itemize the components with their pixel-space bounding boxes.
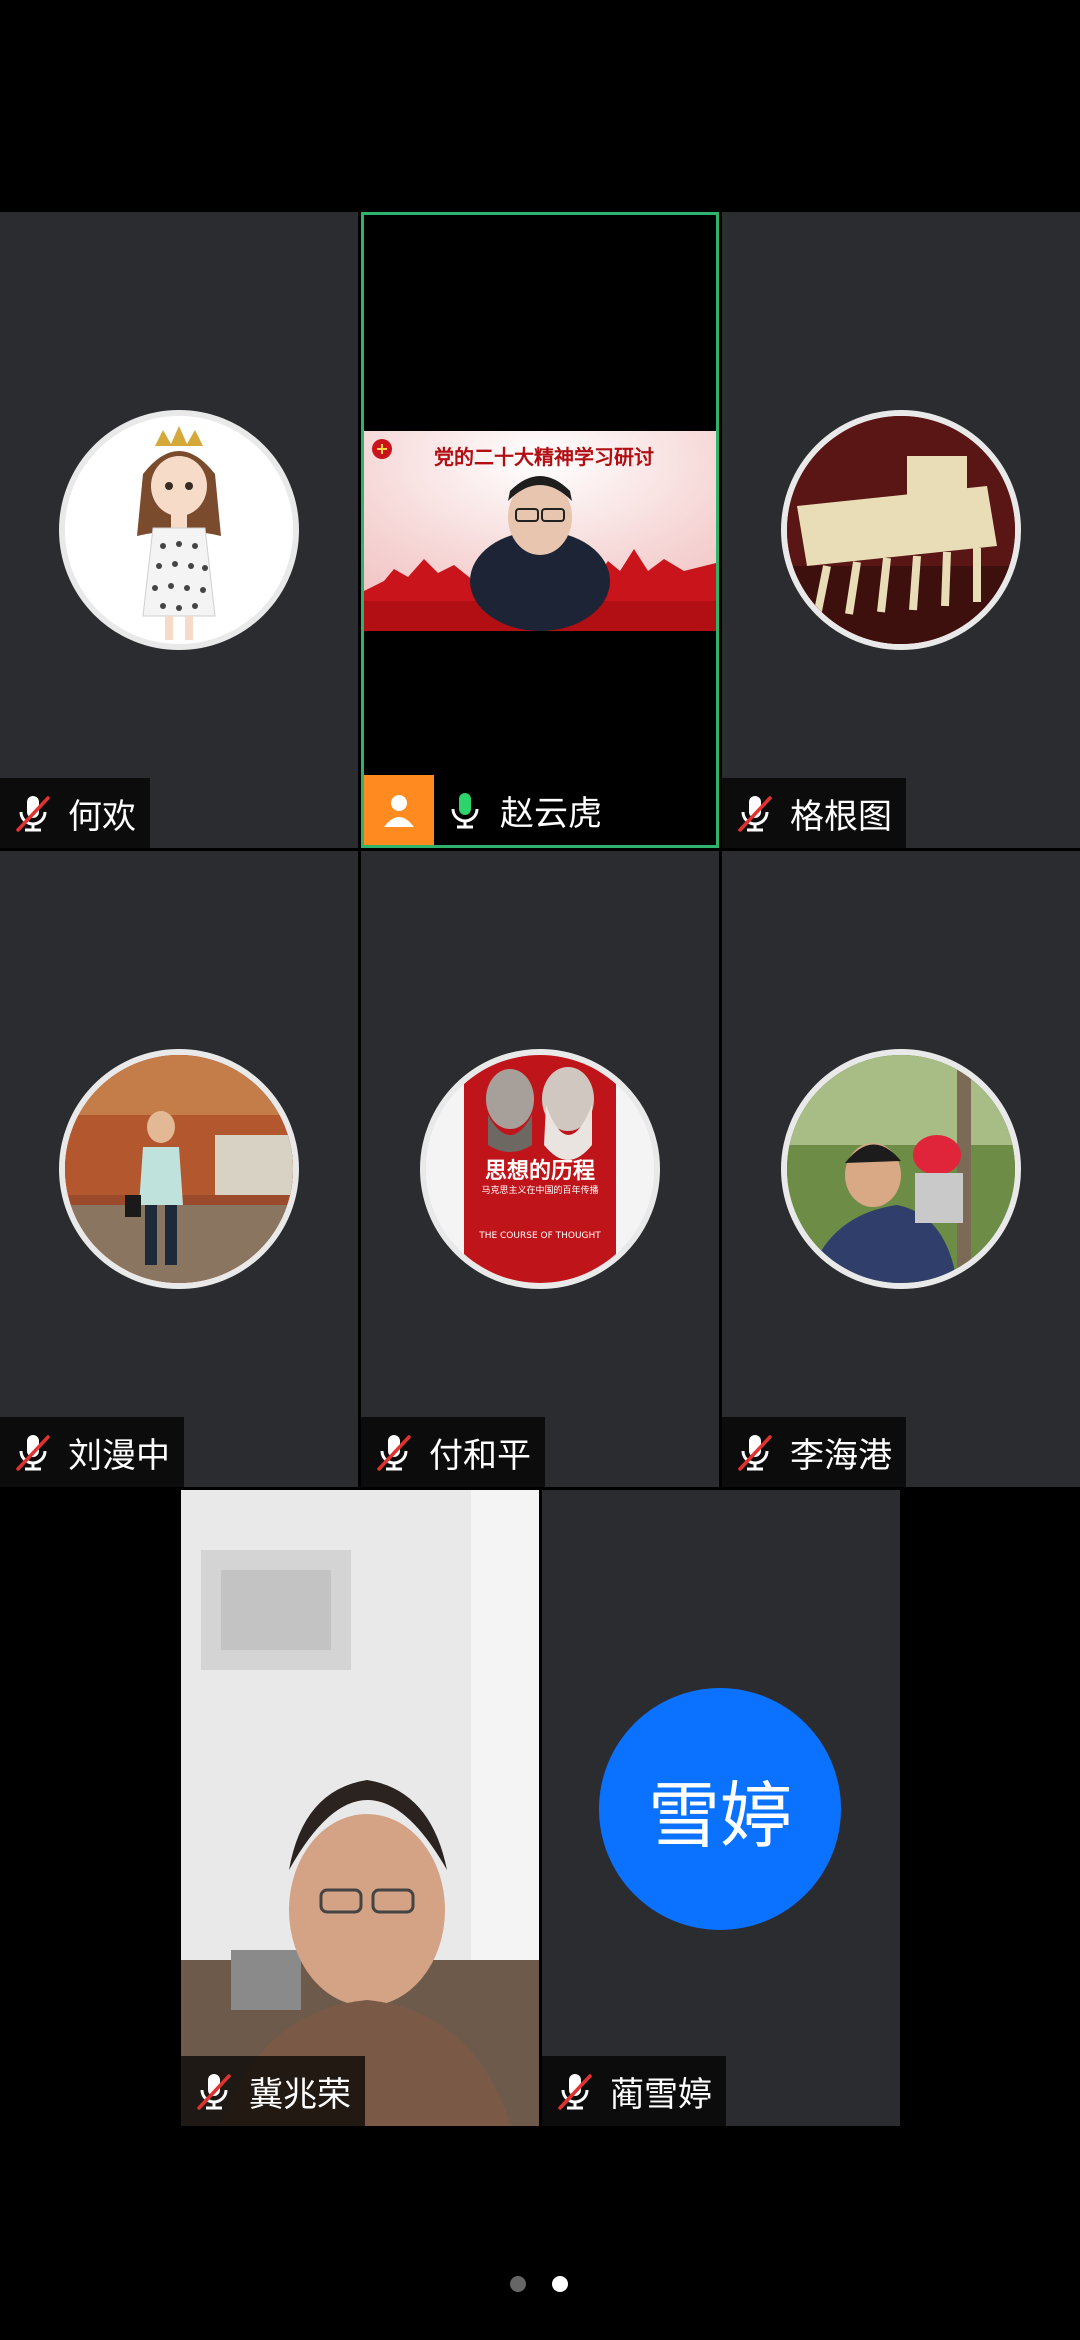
participant-tile-linxueting[interactable]: 雪婷 蔺雪婷 — [542, 1490, 900, 2126]
participant-name-tag: 何欢 — [0, 778, 150, 848]
mic-muted-icon — [558, 2072, 592, 2110]
mic-muted-icon — [197, 2072, 231, 2110]
participant-name-tag: 格根图 — [722, 778, 906, 848]
participant-tile-gegentu[interactable]: 格根图 — [722, 212, 1080, 848]
participant-name-tag: 赵云虎 — [364, 775, 616, 845]
participant-name: 赵云虎 — [500, 793, 602, 834]
participant-name: 刘漫中 — [68, 1435, 170, 1476]
participant-name: 付和平 — [429, 1435, 531, 1476]
participant-tile-lihaigang[interactable]: 李海港 — [722, 851, 1080, 1487]
participant-tile-hehuan[interactable]: 何欢 — [0, 212, 358, 848]
woman-photo-avatar-image — [65, 1055, 293, 1283]
book-subtitle: 马克思主义在中国的百年传播 — [481, 1186, 599, 1196]
participant-tile-zhaoyunhu-active[interactable]: 党的二十大精神学习研讨 赵云虎 — [361, 212, 719, 848]
slide-title: 党的二十大精神学习研讨 — [434, 445, 654, 469]
participant-name-tag: 刘漫中 — [0, 1417, 184, 1487]
live-video-feed — [181, 1490, 539, 2126]
participant-tile-jizhaorong-video[interactable]: 冀兆荣 — [181, 1490, 539, 2126]
mic-muted-icon — [377, 1433, 411, 1471]
participant-name: 何欢 — [68, 796, 136, 837]
mic-muted-icon — [16, 1433, 50, 1471]
participant-avatar — [59, 1049, 299, 1289]
participant-name: 蔺雪婷 — [610, 2074, 712, 2115]
cartoon-girl-avatar-image — [65, 416, 293, 644]
participant-name-tag: 付和平 — [361, 1417, 545, 1487]
participant-name: 冀兆荣 — [249, 2074, 351, 2115]
participant-avatar — [781, 410, 1021, 650]
participant-avatar — [781, 1049, 1021, 1289]
participant-name-tag: 李海港 — [722, 1417, 906, 1487]
shared-video-feed: 党的二十大精神学习研讨 — [364, 431, 716, 631]
mic-muted-icon — [738, 1433, 772, 1471]
father-child-photo-avatar-image — [787, 1055, 1015, 1283]
initials-avatar: 雪婷 — [599, 1688, 841, 1930]
participant-name-tag: 冀兆荣 — [181, 2056, 365, 2126]
participant-name-tag: 蔺雪婷 — [542, 2056, 726, 2126]
participant-name: 李海港 — [790, 1435, 892, 1476]
farm-machine-avatar-image — [787, 416, 1015, 644]
mic-speaking-icon — [451, 791, 479, 829]
page-dot-2-current[interactable] — [552, 2276, 568, 2292]
book-english-title: THE COURSE OF THOUGHT — [479, 1231, 601, 1241]
person-icon — [384, 795, 414, 827]
mic-muted-icon — [16, 794, 50, 832]
participant-tile-fuheping[interactable]: 思想的历程 马克思主义在中国的百年传播 THE COURSE OF THOUGH… — [361, 851, 719, 1487]
initials-avatar-text: 雪婷 — [647, 1773, 792, 1858]
mic-muted-icon — [738, 794, 772, 832]
participant-name: 格根图 — [790, 796, 892, 837]
page-dot-1[interactable] — [510, 2276, 526, 2292]
book-title: 思想的历程 — [484, 1159, 595, 1184]
host-badge — [364, 775, 434, 845]
participant-avatar — [59, 410, 299, 650]
participant-tile-liumanzhong[interactable]: 刘漫中 — [0, 851, 358, 1487]
participant-avatar: 思想的历程 马克思主义在中国的百年传播 THE COURSE OF THOUGH… — [420, 1049, 660, 1289]
